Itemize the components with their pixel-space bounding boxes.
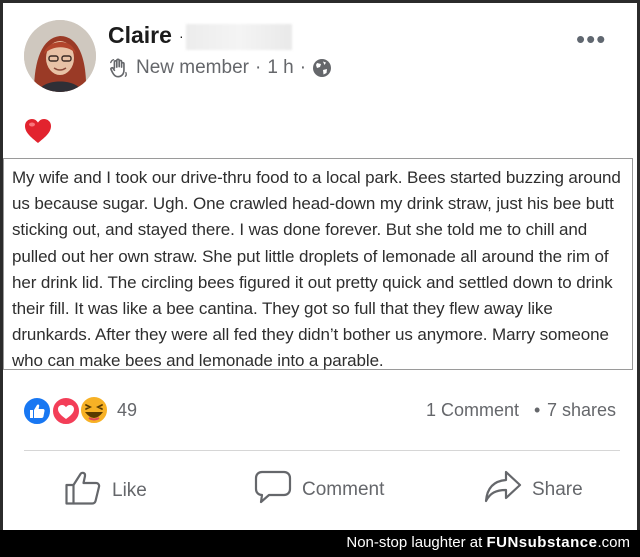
share-label: Share [532, 479, 583, 500]
meta-separator: · [299, 57, 307, 78]
author-separator: · [179, 28, 184, 44]
action-divider [24, 450, 620, 451]
meta-separator: · [254, 57, 262, 78]
like-reaction-icon [22, 396, 52, 426]
reaction-icons[interactable] [20, 394, 110, 428]
love-reaction-icon [51, 396, 81, 426]
member-badge[interactable]: New member [136, 57, 249, 79]
watermark-suffix: .com [597, 534, 630, 551]
stats-separator: • [534, 400, 541, 420]
profile-photo [24, 20, 96, 92]
comment-button[interactable]: Comment [254, 470, 384, 510]
watermark-prefix: Non-stop laughter at [346, 534, 483, 551]
haha-reaction-icon [79, 395, 109, 425]
post-body-text: My wife and I took our drive-thru food t… [12, 168, 621, 371]
redacted-surname [186, 24, 292, 50]
share-arrow-icon [484, 470, 522, 510]
author-name[interactable]: Claire [108, 22, 172, 49]
avatar[interactable] [24, 20, 96, 92]
watermark-brand: FUNsubstance [486, 534, 598, 551]
more-options-button[interactable]: ••• [576, 24, 606, 55]
globe-icon [312, 58, 332, 78]
like-button[interactable]: Like [64, 470, 147, 512]
heart-emoji-icon [24, 118, 52, 144]
like-label: Like [112, 480, 147, 501]
share-button[interactable]: Share [484, 470, 583, 510]
photo-frame-top [0, 0, 640, 3]
comment-label: Comment [302, 479, 385, 500]
thumbs-up-icon [64, 470, 102, 512]
site-watermark: Non-stop laughter at FUNsubstance.com [346, 534, 630, 551]
comment-count-link[interactable]: 1 Comment [426, 400, 519, 421]
comment-bubble-icon [254, 470, 292, 510]
wave-hand-icon [108, 57, 130, 79]
post-timestamp[interactable]: 1 h [267, 57, 293, 79]
story-text-box: My wife and I took our drive-thru food t… [3, 158, 633, 370]
watermark-bar: Non-stop laughter at FUNsubstance.com [0, 530, 640, 557]
share-count-link[interactable]: 7 shares [547, 400, 616, 421]
post-meta: New member · 1 h · [108, 57, 332, 79]
reaction-count[interactable]: 49 [117, 400, 137, 421]
